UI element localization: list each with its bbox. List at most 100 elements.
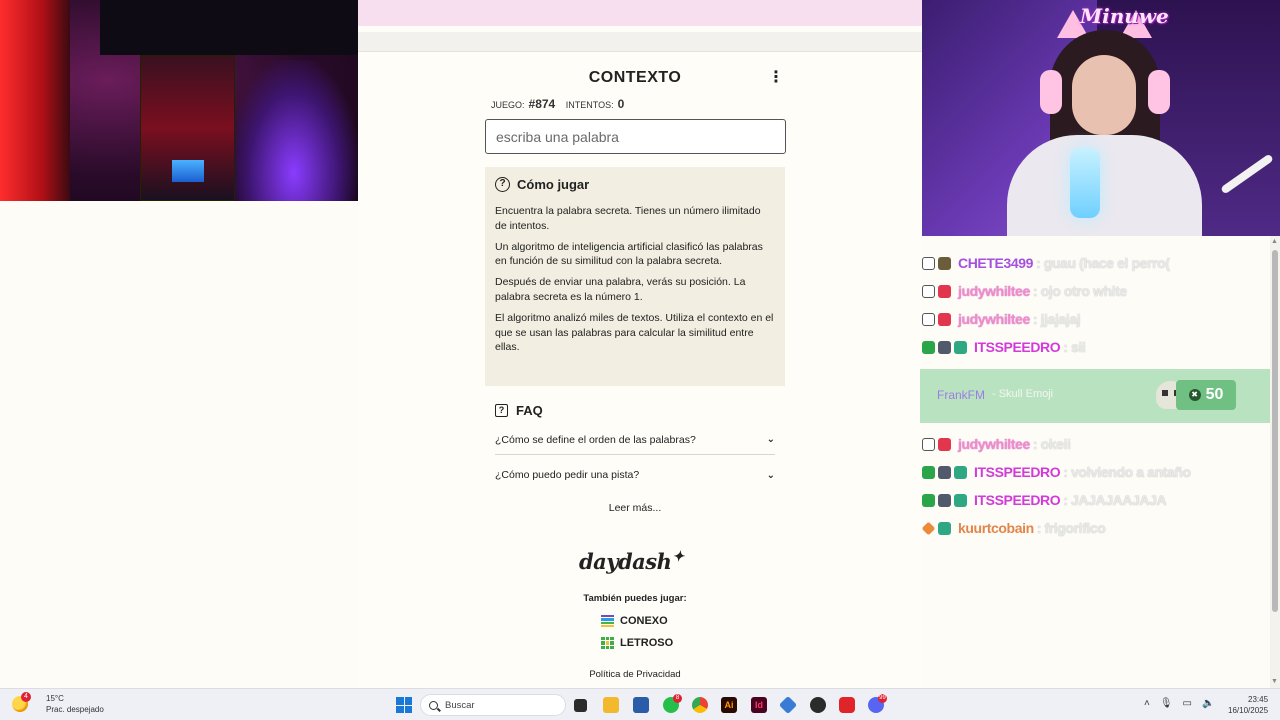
heart-badge-icon [938,312,951,326]
coin-icon: ✖ [1188,389,1201,401]
chat-username: CHETE3499 [958,255,1033,271]
faq-question: ¿Cómo se define el orden de las palabras… [495,433,696,446]
chat-text: : okeii [1032,436,1071,452]
weather-text: 15°C Prac. despejado [46,693,104,715]
chat-text: : guau (hace el perro( [1036,255,1170,271]
help-circle-icon: ? [495,177,510,192]
emote-badge-icon [938,256,951,270]
daydash-wordmark: daydash [579,549,672,574]
check-badge-icon [922,493,935,507]
weather-badge: 4 [21,692,31,702]
chat-text: : JAJAJAAJAJA [1063,492,1167,508]
clock-time: 23:45 [1248,695,1269,704]
file-explorer-icon[interactable] [603,697,619,713]
chat-message: CHETE3499 : guau (hace el perro( [922,252,1170,274]
letroso-link[interactable]: LETROSO [601,637,673,649]
faq-question: ¿Cómo puedo pedir una pista? [495,469,640,481]
chat-username: ITSSPEEDRO [974,464,1061,480]
taskbar-search[interactable]: Buscar [420,694,566,716]
chat-message: ITSSPEEDRO : sii [922,336,1086,358]
faq-header: ? FAQ [495,403,543,418]
chat-message: judywhiltee : ojo otro white [922,280,1127,302]
scrollbar-thumb[interactable] [1272,250,1278,612]
howto-paragraph: Después de enviar una palabra, verás su … [495,276,746,303]
howto-paragraph: Encuentra la palabra secreta. Tienes un … [495,205,761,232]
webcam-setup-view [0,0,358,201]
chevron-down-icon: ⌄ [766,469,775,481]
contexto-game: CONTEXTO ⋮ JUEGO:#874 INTENTOS:0 ? Cómo … [358,0,922,688]
scroll-down-arrow-icon[interactable]: ▼ [1271,678,1278,685]
game-number: #874 [528,97,556,111]
word-input[interactable] [485,119,786,154]
faq-title: FAQ [516,403,543,418]
chat-message: ITSSPEEDRO : volviendo a antaño [922,461,1191,483]
read-more-link[interactable]: Leer más... [358,502,912,514]
indesign-icon[interactable]: Id [751,697,767,713]
obs-icon[interactable] [810,697,826,713]
page-title: CONTEXTO [588,69,682,86]
conexo-icon [601,615,614,627]
top-grey-bar [358,32,922,52]
chat-text: : jjajajaj [1032,311,1081,327]
discord-badge: 99 [878,694,887,703]
gem-badge-icon [954,340,967,354]
faq-item[interactable]: ¿Cómo puedo pedir una pista? ⌄ [495,460,775,490]
chevron-up-icon[interactable]: ˄ [1144,698,1150,709]
kebab-menu-icon[interactable]: ⋮ [768,70,784,86]
weather-temp: 15°C [46,694,64,703]
faq-item[interactable]: ¿Cómo se define el orden de las palabras… [495,425,775,455]
game-label: JUEGO: [491,100,525,110]
lock-badge-icon [922,312,935,326]
task-view-icon[interactable] [574,699,587,712]
windows-start-icon[interactable] [396,697,412,713]
question-square-icon: ? [495,404,508,417]
heart-badge-icon [938,284,951,298]
streamer-sweater [1007,135,1202,236]
illustrator-icon[interactable]: Ai [721,697,737,713]
howto-paragraph: Un algoritmo de inteligencia artificial … [495,240,763,268]
lock-badge-icon [922,437,935,451]
store-icon[interactable] [633,697,649,713]
clock-date: 16/10/2025 [1228,706,1269,715]
conexo-label: CONEXO [620,615,668,627]
how-to-play-title: Cómo jugar [517,177,590,192]
daydash-logo[interactable]: daydash✦ [579,549,684,574]
chat-username: ITSSPEEDRO [974,492,1061,508]
system-tray: ˄ 🎙 ▭ 🔈 [1144,698,1214,709]
heart-badge-icon [938,437,951,451]
glowing-lamp [1070,148,1100,218]
gem-badge-icon [938,521,951,535]
whatsapp-badge: 8 [673,694,682,703]
gem-badge-icon [954,465,967,479]
gem-badge-icon [954,493,967,507]
sparkle-icon: ✦ [672,549,684,565]
chat-message: judywhiltee : okeii [922,433,1071,455]
weather-desc: Prac. despejado [46,705,104,714]
letroso-label: LETROSO [620,637,674,649]
streamer-face [1072,55,1136,135]
robot-badge-icon [938,465,951,479]
app-diamond-icon[interactable] [778,695,798,715]
conexo-link[interactable]: CONEXO [601,615,668,627]
also-play-label: También puedes jugar: [583,593,687,604]
headphone-right [1148,70,1170,114]
purple-glow [230,60,358,201]
chat-username: judywhiltee [958,436,1030,452]
chat-text: : sii [1063,339,1086,355]
donation-alert: FrankFM - Skull Emoji ✖ 50 [920,369,1280,423]
opera-icon[interactable] [839,697,855,713]
chrome-icon[interactable] [692,697,708,713]
chat-message: kuurtcobain : frigorifico [921,517,1106,539]
chat-text: : volviendo a antaño [1063,464,1191,480]
volume-icon[interactable]: 🔈 [1202,698,1214,709]
scroll-up-arrow-icon[interactable]: ▲ [1271,238,1278,245]
chat-message: judywhiltee : jjajajaj [922,308,1081,330]
microphone-icon[interactable]: 🎙 [1160,698,1173,709]
network-icon[interactable]: ▭ [1183,698,1192,709]
privacy-policy-link[interactable]: Política de Privacidad [358,669,912,680]
chevron-down-icon: ⌄ [766,434,775,445]
chat-text: : frigorifico [1036,520,1106,536]
check-badge-icon [922,465,935,479]
robot-badge-icon [938,340,951,354]
taskbar-clock[interactable]: 23:45 16/10/2025 [1228,694,1268,716]
